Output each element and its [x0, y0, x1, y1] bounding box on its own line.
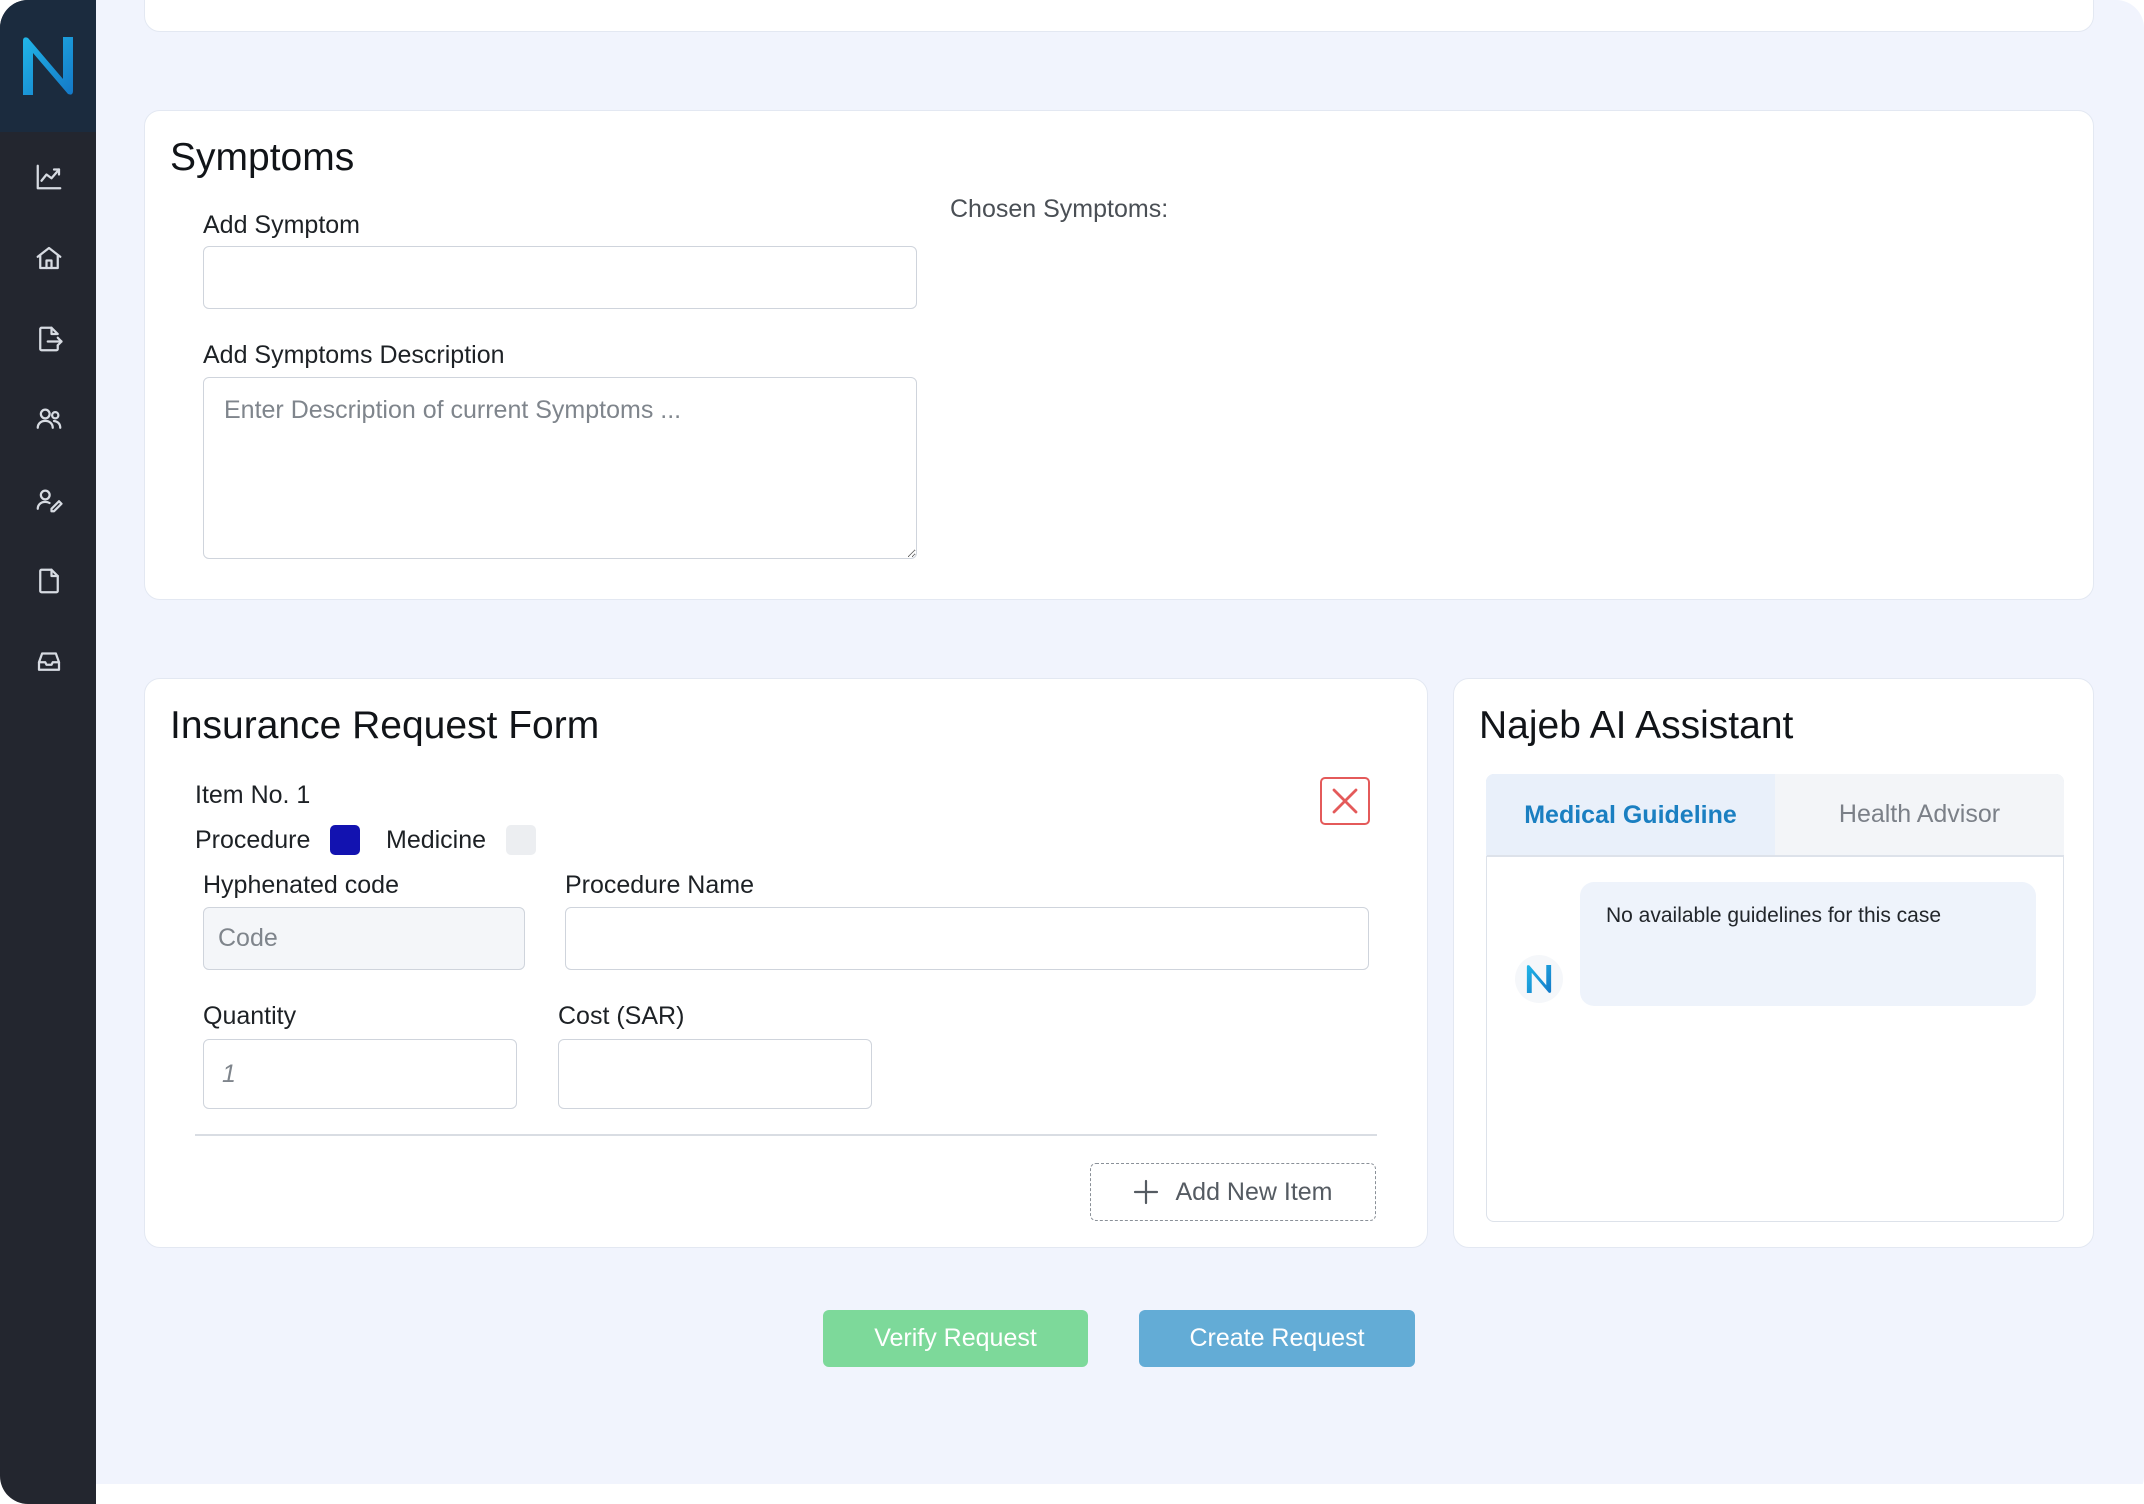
- assistant-avatar: [1515, 955, 1563, 1003]
- remove-item-button[interactable]: [1320, 777, 1370, 825]
- najeb-logo-icon: [23, 37, 73, 95]
- insurance-form-title: Insurance Request Form: [170, 704, 600, 747]
- medicine-checkbox[interactable]: [506, 825, 536, 855]
- procedure-name-label: Procedure Name: [565, 871, 754, 899]
- sidebar-item-patients[interactable]: [34, 404, 64, 434]
- home-icon: [36, 246, 62, 270]
- najeb-avatar-icon: [1526, 964, 1552, 994]
- assistant-message-text: No available guidelines for this case: [1606, 904, 1942, 927]
- item-number-label: Item No. 1: [195, 781, 311, 809]
- inbox-icon: [37, 652, 61, 671]
- add-new-item-label: Add New Item: [1175, 1177, 1333, 1206]
- assistant-title: Najeb AI Assistant: [1479, 704, 1794, 747]
- tab-medical-guideline[interactable]: Medical Guideline: [1486, 774, 1775, 856]
- symptoms-description-label: Add Symptoms Description: [203, 341, 505, 369]
- tab-health-advisor[interactable]: Health Advisor: [1775, 774, 2064, 856]
- symptoms-description-textarea[interactable]: [203, 377, 917, 559]
- cost-input[interactable]: [558, 1039, 872, 1109]
- close-icon: [1332, 788, 1358, 814]
- sidebar-item-home[interactable]: [34, 243, 64, 273]
- quantity-label: Quantity: [203, 1002, 297, 1030]
- file-export-icon: [39, 326, 63, 352]
- add-new-item-button[interactable]: Add New Item: [1090, 1163, 1376, 1221]
- add-symptom-label: Add Symptom: [203, 211, 361, 239]
- procedure-name-input[interactable]: [565, 907, 1369, 970]
- medicine-type-label: Medicine: [386, 826, 487, 854]
- assistant-message-bubble: No available guidelines for this case: [1580, 882, 2036, 1006]
- sidebar: [0, 0, 96, 1504]
- previous-section-card: [144, 0, 2094, 32]
- plus-icon: [1134, 1179, 1159, 1205]
- sidebar-item-requests[interactable]: [34, 324, 64, 354]
- form-divider: [195, 1134, 1377, 1136]
- add-symptom-input[interactable]: [203, 246, 917, 309]
- procedure-checkbox[interactable]: [330, 825, 360, 855]
- chart-line-icon: [36, 164, 62, 190]
- sidebar-item-documents[interactable]: [34, 566, 64, 596]
- hyphenated-code-label: Hyphenated code: [203, 871, 399, 899]
- logo[interactable]: [0, 0, 96, 132]
- chosen-symptoms-label: Chosen Symptoms:: [950, 195, 1169, 223]
- tabs-divider: [1487, 855, 2063, 857]
- sidebar-item-analytics[interactable]: [34, 162, 64, 192]
- app-frame: Symptoms Add Symptom Add Symptoms Descri…: [0, 0, 2144, 1504]
- document-icon: [39, 568, 59, 594]
- users-icon: [36, 408, 62, 429]
- quantity-input[interactable]: [203, 1039, 517, 1109]
- sidebar-item-inbox[interactable]: [34, 646, 64, 676]
- sidebar-item-doctors[interactable]: [34, 485, 64, 515]
- hyphenated-code-input[interactable]: [203, 907, 525, 970]
- assistant-tabs: Medical Guideline Health Advisor: [1486, 774, 2064, 856]
- user-edit-icon: [36, 489, 63, 513]
- procedure-type-label: Procedure: [195, 826, 311, 854]
- cost-label: Cost (SAR): [558, 1002, 685, 1030]
- bottom-strip: [96, 1484, 2144, 1504]
- symptoms-title: Symptoms: [170, 136, 355, 179]
- create-request-button[interactable]: Create Request: [1139, 1310, 1415, 1367]
- verify-request-button[interactable]: Verify Request: [823, 1310, 1088, 1367]
